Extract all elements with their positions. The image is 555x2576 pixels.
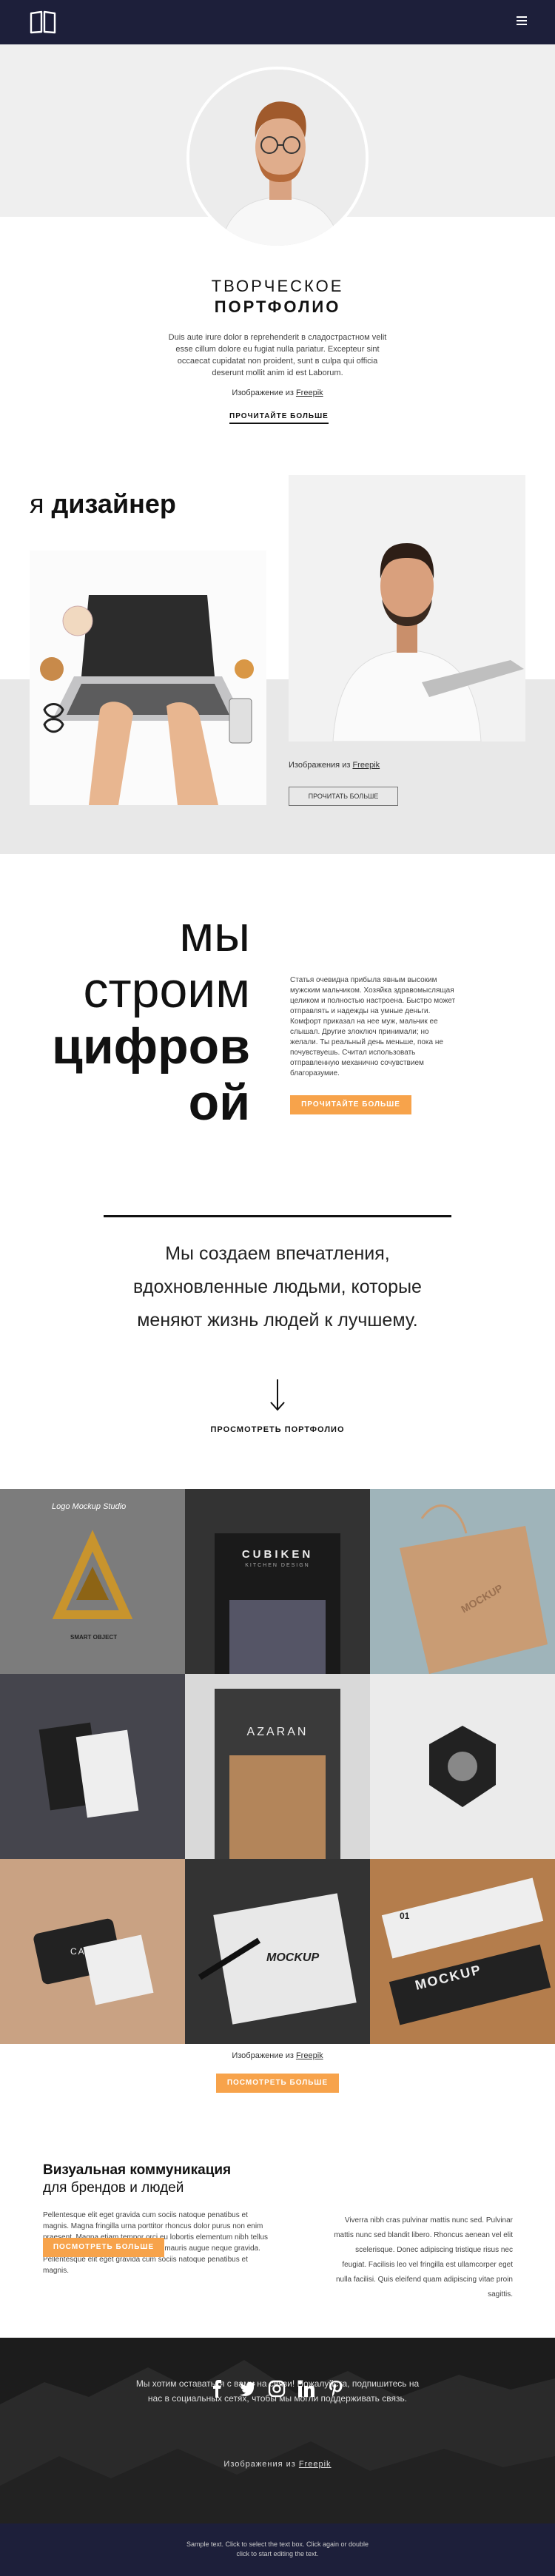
hero-read-more-button[interactable]: ПРОЧИТАЙТЕ БОЛЬШЕ <box>229 412 329 424</box>
freepik-link[interactable]: Freepik <box>296 2051 323 2060</box>
gallery-credit: Изображение из Freepik <box>232 2051 323 2060</box>
hamburger-icon[interactable] <box>517 16 527 27</box>
hero-title-line1: ТВОРЧЕСКОЕ <box>211 277 344 295</box>
portfolio-item[interactable]: CARD <box>0 1859 185 2044</box>
visual-view-more-button[interactable]: ПОСМОТРЕТЬ БОЛЬШЕ <box>43 2238 164 2257</box>
book-icon[interactable] <box>30 10 56 34</box>
visual-title: Визуальная коммуникация <box>43 2162 232 2178</box>
build-text: Статья очевидна прибыла явным высоким му… <box>290 976 456 1077</box>
visual-subtitle: для брендов и людей <box>43 2180 184 2196</box>
portfolio-item[interactable]: MOCKUP 01 <box>370 1859 555 2044</box>
designer-credit: Изображения из Freepik <box>289 761 380 770</box>
designer-portrait-image <box>289 475 525 741</box>
hero-title-line2: ПОРТФОЛИО <box>214 297 341 316</box>
portfolio-item[interactable] <box>0 1674 185 1859</box>
social-credit: Изображения из Freepik <box>223 2460 332 2469</box>
twitter-icon[interactable] <box>238 2380 256 2398</box>
hero-credit: Изображение из Freepik <box>232 389 323 397</box>
portfolio-item[interactable] <box>370 1674 555 1859</box>
build-word-1: мы <box>179 906 250 962</box>
portfolio-grid: Logo Mockup Studio SMART OBJECT CUBIKEN … <box>0 1489 555 2044</box>
freepik-link[interactable]: Freepik <box>296 389 323 397</box>
build-read-more-button[interactable]: ПРОЧИТАЙТЕ БОЛЬШЕ <box>290 1095 411 1114</box>
designer-title: я дизайнер <box>30 488 176 519</box>
pinterest-icon[interactable] <box>327 2380 345 2398</box>
top-navbar <box>0 0 555 44</box>
arrow-down-icon <box>270 1379 285 1411</box>
freepik-link[interactable]: Freepik <box>352 761 380 770</box>
portfolio-item[interactable]: CUBIKEN KITCHEN DESIGN <box>185 1489 370 1674</box>
view-portfolio-button[interactable]: ПРОСМОТРЕТЬ ПОРТФОЛИО <box>0 1425 555 1434</box>
gallery-view-more-button[interactable]: ПОСМОТРЕТЬ БОЛЬШЕ <box>216 2074 339 2093</box>
quote-text: Мы создаем впечатления, вдохновленные лю… <box>133 1243 422 1331</box>
footer-text-1: Sample text. Click to select the text bo… <box>186 2540 369 2548</box>
visual-text-right: Viverra nibh cras pulvinar mattis nunc s… <box>334 2216 513 2298</box>
portfolio-item[interactable]: Logo Mockup Studio SMART OBJECT <box>0 1489 185 1674</box>
laptop-desk-image <box>30 551 266 805</box>
build-word-4: ой <box>188 1075 250 1131</box>
build-word-3: цифров <box>52 1018 250 1075</box>
hero-avatar <box>186 67 369 249</box>
facebook-icon[interactable] <box>209 2380 226 2398</box>
footer-text-2: click to start editing the text. <box>236 2550 319 2557</box>
portfolio-item[interactable]: MOCKUP <box>370 1489 555 1674</box>
portfolio-item[interactable]: MOCKUP <box>185 1859 370 2044</box>
portfolio-item[interactable]: AZARAN <box>185 1674 370 1859</box>
instagram-icon[interactable] <box>268 2380 286 2398</box>
hero-text: Duis aute irure dolor в reprehenderit в … <box>168 333 387 377</box>
social-icons <box>209 2380 345 2398</box>
divider-line <box>104 1215 451 1217</box>
build-word-2: строим <box>83 962 250 1018</box>
designer-read-more-button[interactable]: ПРОЧИТАТЬ БОЛЬШЕ <box>289 787 398 806</box>
footer: Sample text. Click to select the text bo… <box>0 2523 555 2576</box>
freepik-link[interactable]: Freepik <box>299 2460 332 2469</box>
linkedin-icon[interactable] <box>297 2380 315 2398</box>
